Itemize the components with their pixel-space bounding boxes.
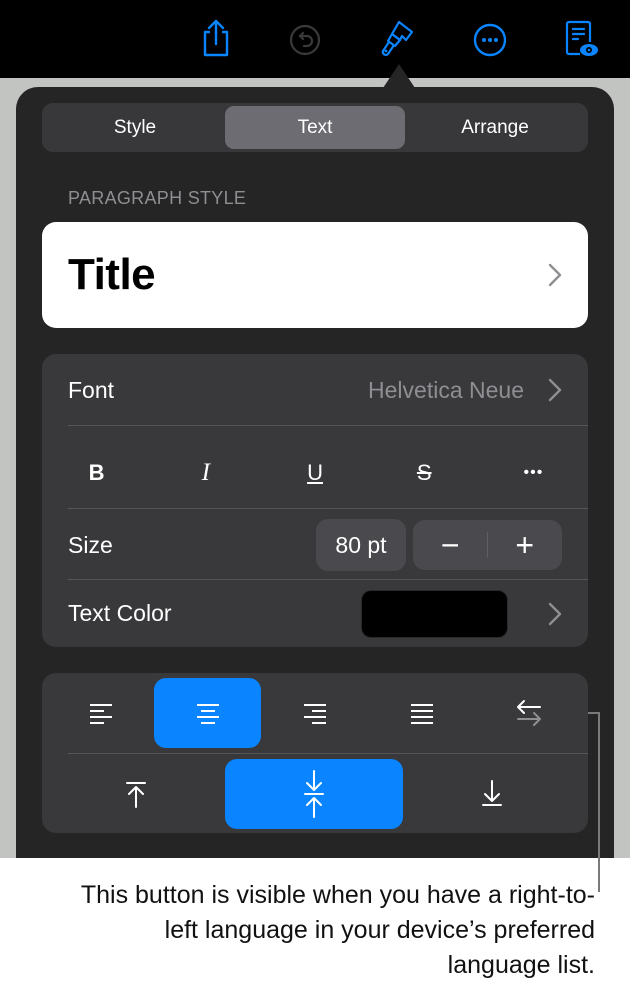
- format-popover: Style Text Arrange PARAGRAPH STYLE Title…: [16, 87, 614, 858]
- paragraph-style-value: Title: [68, 250, 156, 299]
- justify-icon: [410, 704, 433, 724]
- paragraph-style-button[interactable]: Title: [42, 222, 588, 328]
- align-top-button[interactable]: [47, 759, 225, 829]
- align-center-button[interactable]: [154, 678, 261, 748]
- align-bottom-button[interactable]: [403, 759, 581, 829]
- undo-icon: [289, 24, 321, 56]
- align-middle-button[interactable]: [225, 759, 403, 829]
- size-stepper: − +: [413, 520, 562, 570]
- align-right-icon: [303, 704, 326, 724]
- ellipsis-icon: •••: [523, 464, 544, 481]
- vertical-alignment-row: [42, 759, 588, 829]
- strikethrough-icon: S: [416, 460, 432, 485]
- stepper-divider: [487, 532, 488, 558]
- share-icon: [203, 19, 229, 57]
- text-color-row[interactable]: Text Color: [68, 580, 588, 647]
- reading-view-button[interactable]: [560, 16, 600, 60]
- share-button[interactable]: [196, 16, 236, 60]
- bold-icon: B: [88, 460, 105, 485]
- more-button[interactable]: [470, 16, 510, 60]
- italic-icon: I: [201, 459, 210, 486]
- text-color-label: Text Color: [68, 600, 172, 626]
- chevron-right-icon: [548, 602, 562, 625]
- tab-arrange[interactable]: Arrange: [405, 106, 585, 149]
- popover-arrow: [383, 64, 415, 88]
- format-button[interactable]: [378, 16, 418, 60]
- align-bottom-icon: [482, 780, 502, 806]
- divider: [68, 753, 588, 754]
- text-style-buttons: B I U S •••: [42, 440, 588, 506]
- paragraph-style-heading: PARAGRAPH STYLE: [68, 188, 247, 208]
- chevron-right-icon: [548, 378, 562, 402]
- font-label: Font: [68, 376, 115, 403]
- strikethrough-button[interactable]: S: [370, 440, 479, 506]
- underline-icon: U: [307, 460, 323, 485]
- align-left-icon: [89, 704, 112, 724]
- format-tabs: Style Text Arrange: [42, 103, 588, 152]
- align-top-icon: [126, 782, 146, 808]
- size-label: Size: [68, 531, 113, 558]
- format-brush-icon: [381, 20, 414, 56]
- align-right-button[interactable]: [261, 678, 368, 748]
- bold-button[interactable]: B: [42, 440, 151, 506]
- more-icon: [473, 23, 507, 57]
- font-settings-group: Font Helvetica Neue B I U S ••• Size 80 …: [42, 354, 588, 647]
- rtl-direction-icon: [516, 700, 541, 726]
- increase-size-button[interactable]: +: [488, 527, 563, 564]
- font-row[interactable]: Font Helvetica Neue: [68, 354, 588, 426]
- size-field[interactable]: 80 pt: [316, 519, 406, 571]
- toolbar: [0, 0, 630, 78]
- align-left-button[interactable]: [47, 678, 154, 748]
- divider: [68, 425, 588, 426]
- tab-style[interactable]: Style: [45, 106, 225, 149]
- align-center-icon: [196, 704, 219, 724]
- text-direction-button[interactable]: [475, 678, 582, 748]
- callout-caption: This button is visible when you have a r…: [80, 881, 595, 979]
- font-value: Helvetica Neue: [368, 376, 524, 403]
- align-middle-icon: [304, 770, 324, 818]
- chevron-right-icon: [548, 263, 562, 287]
- decrease-size-button[interactable]: −: [413, 527, 488, 564]
- undo-button[interactable]: [285, 16, 325, 60]
- justify-button[interactable]: [368, 678, 475, 748]
- more-text-options-button[interactable]: •••: [479, 440, 588, 506]
- text-color-swatch[interactable]: [361, 589, 508, 638]
- italic-button[interactable]: I: [151, 440, 260, 506]
- alignment-group: [42, 673, 588, 833]
- reading-view-icon: [565, 20, 598, 56]
- callout-line: [598, 712, 600, 892]
- tab-text[interactable]: Text: [225, 106, 405, 149]
- size-row: Size 80 pt − +: [68, 509, 588, 581]
- underline-button[interactable]: U: [260, 440, 369, 506]
- horizontal-alignment-row: [42, 678, 588, 748]
